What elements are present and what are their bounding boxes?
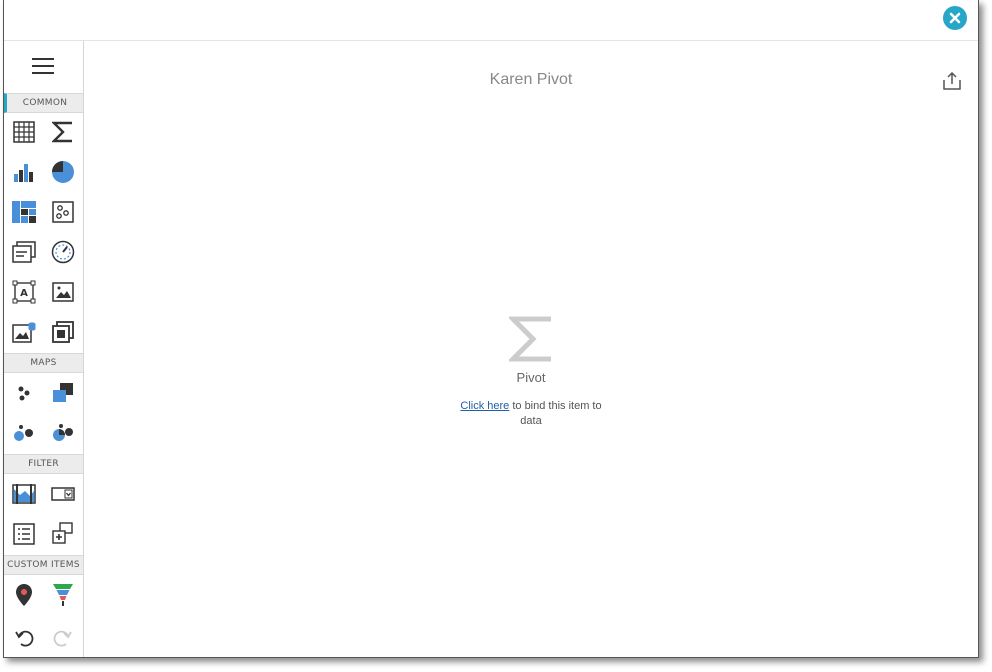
pivot-icon[interactable] bbox=[51, 120, 75, 144]
hamburger-menu-icon[interactable] bbox=[32, 58, 54, 74]
choropleth-map-icon[interactable] bbox=[51, 381, 75, 405]
click-here-link[interactable]: Click here bbox=[460, 400, 509, 412]
list-box-icon[interactable] bbox=[12, 522, 36, 546]
dashboard-item-area: Karen Pivot Pivot Click here to bind thi… bbox=[84, 41, 978, 657]
svg-text:A: A bbox=[20, 288, 28, 299]
chart-icon[interactable] bbox=[12, 160, 36, 184]
grid-icon[interactable] bbox=[12, 120, 36, 144]
scatter-icon[interactable] bbox=[51, 200, 75, 224]
funnel-icon[interactable] bbox=[51, 583, 75, 607]
cards-icon[interactable] bbox=[12, 240, 36, 264]
treemap-icon[interactable] bbox=[12, 200, 36, 224]
group-icon[interactable] bbox=[51, 320, 75, 344]
toolbox-sidebar: COMMON A MAPS FILTER CUSTOM ITEMS bbox=[4, 41, 84, 657]
pivot-placeholder: Pivot Click here to bind this item to da… bbox=[449, 316, 613, 429]
section-filter: FILTER bbox=[4, 454, 83, 474]
range-filter-icon[interactable] bbox=[12, 482, 36, 506]
dashboard-title: Karen Pivot bbox=[489, 71, 573, 88]
gauge-icon[interactable] bbox=[51, 240, 75, 264]
undo-icon[interactable] bbox=[14, 628, 34, 648]
export-icon[interactable] bbox=[942, 71, 962, 91]
geo-point-map-icon[interactable] bbox=[12, 381, 36, 405]
bound-image-icon[interactable] bbox=[12, 320, 36, 344]
bubble-map-icon[interactable] bbox=[12, 421, 36, 445]
combo-box-icon[interactable] bbox=[51, 482, 75, 506]
close-button[interactable] bbox=[943, 6, 967, 30]
sigma-icon bbox=[506, 316, 551, 362]
top-bar bbox=[4, 0, 978, 41]
pie-icon[interactable] bbox=[51, 160, 75, 184]
pie-map-icon[interactable] bbox=[51, 421, 75, 445]
dashboard-designer-window: COMMON A MAPS FILTER CUSTOM ITEMS Karen … bbox=[3, 0, 979, 658]
section-maps: MAPS bbox=[4, 353, 83, 373]
close-icon bbox=[949, 12, 961, 24]
bind-data-text: Click here to bind this item to data bbox=[449, 399, 613, 429]
section-common: COMMON bbox=[4, 93, 83, 113]
image-icon[interactable] bbox=[51, 280, 75, 304]
redo-icon[interactable] bbox=[53, 628, 73, 648]
section-custom-items: CUSTOM ITEMS bbox=[4, 555, 83, 575]
text-box-icon[interactable]: A bbox=[12, 280, 36, 304]
bind-data-description: to bind this item to data bbox=[509, 400, 602, 427]
placeholder-label: Pivot bbox=[516, 370, 546, 385]
tree-view-icon[interactable] bbox=[51, 522, 75, 546]
map-pin-icon[interactable] bbox=[12, 583, 36, 607]
